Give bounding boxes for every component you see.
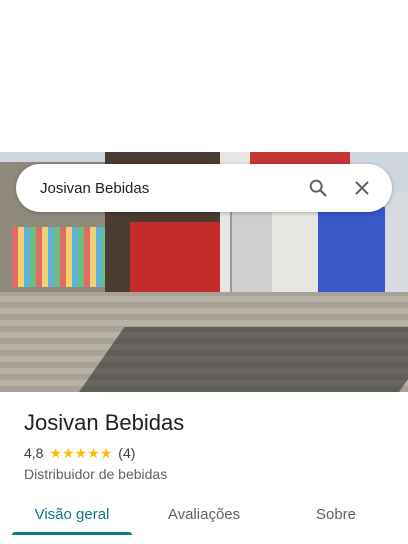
tab-about[interactable]: Sobre: [264, 500, 408, 544]
tab-overview[interactable]: Visão geral: [0, 500, 144, 544]
rating-value: 4,8: [24, 445, 44, 461]
photo-white-gate: [385, 192, 408, 302]
rating-stars: ★ ★ ★ ★ ★: [49, 446, 112, 460]
star-icon: ★: [49, 445, 63, 461]
star-icon: ★: [87, 445, 100, 461]
place-category: Distribuidor de bebidas: [24, 466, 168, 482]
search-bar[interactable]: Josivan Bebidas: [16, 164, 392, 212]
rating-row[interactable]: 4,8 ★ ★ ★ ★ ★ (4): [24, 445, 135, 461]
star-icon: ★: [74, 445, 88, 461]
photo-shadow: [75, 327, 408, 392]
photo-painted-wall: [12, 227, 112, 287]
search-icon[interactable]: [296, 166, 340, 210]
tab-bar: Visão geral Avaliações Sobre: [0, 500, 408, 544]
photo-door: [230, 212, 272, 297]
search-input[interactable]: Josivan Bebidas: [40, 180, 296, 197]
tab-overview-label: Visão geral: [34, 506, 110, 523]
star-icon: ★: [62, 445, 75, 461]
star-icon: ★: [99, 445, 113, 461]
close-icon[interactable]: [340, 166, 384, 210]
active-tab-indicator: [12, 532, 132, 535]
photo-blue-wall: [318, 207, 388, 297]
tab-about-label: Sobre: [315, 506, 357, 523]
tab-reviews-label: Avaliações: [167, 506, 241, 523]
place-title: Josivan Bebidas: [24, 410, 185, 435]
reviews-count: (4): [118, 445, 136, 461]
tab-reviews[interactable]: Avaliações: [144, 500, 264, 544]
